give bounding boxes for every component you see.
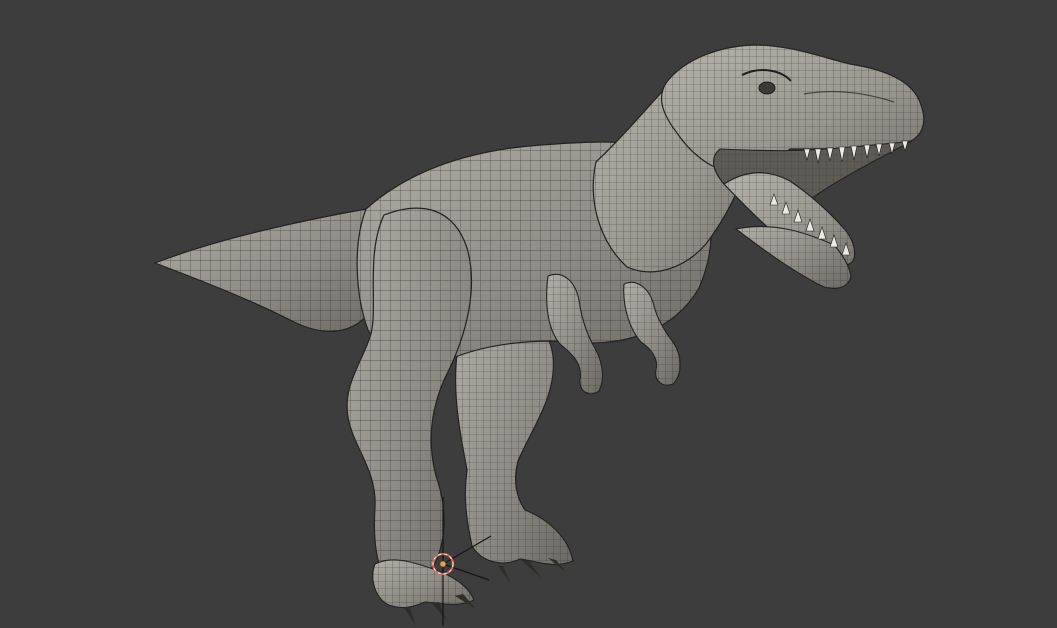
scene-canvas[interactable] (0, 0, 1057, 628)
eye (758, 81, 776, 95)
3d-viewport[interactable] (0, 0, 1057, 628)
